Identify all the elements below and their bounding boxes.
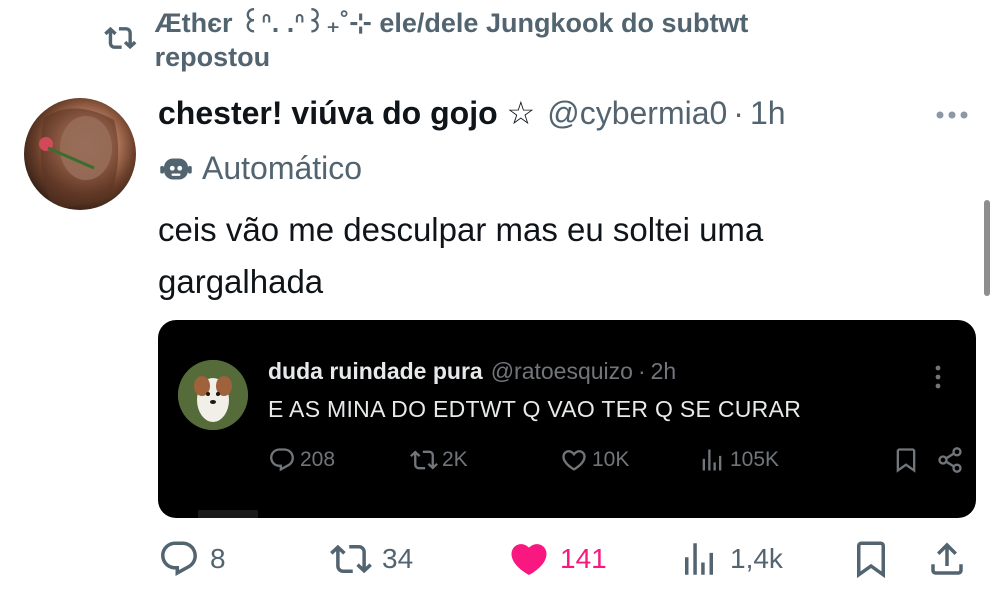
quoted-avatar-image	[178, 360, 248, 430]
tweet-text: ceis vão me desculpar mas eu soltei uma …	[158, 211, 764, 300]
next-item-peek	[198, 510, 258, 518]
repost-count: 34	[382, 543, 414, 574]
reply-button[interactable]: 8	[158, 538, 226, 580]
repost-label[interactable]: Æthєr ꒰ᐢ. .ᐢ꒱₊˚⊹ ele/dele Jungkook do su…	[155, 6, 804, 74]
quoted-display-name[interactable]: duda ruindade pura	[268, 358, 483, 385]
quoted-handle[interactable]: @ratoesquizo	[491, 358, 633, 385]
quoted-separator: ·	[637, 358, 646, 384]
repost-context[interactable]: Æthєr ꒰ᐢ. .ᐢ꒱₊˚⊹ ele/dele Jungkook do su…	[104, 6, 804, 74]
quoted-avatar[interactable]	[178, 360, 248, 430]
display-name[interactable]: chester! viúva do gojo ☆	[158, 94, 535, 132]
user-handle[interactable]: @cybermia0	[547, 95, 727, 132]
avatar-image	[39, 108, 119, 210]
views-icon	[685, 543, 713, 575]
reply-count: 8	[210, 543, 226, 574]
heart-filled-icon	[511, 544, 547, 576]
quoted-text: E AS MINA DO EDTWT Q VAO TER Q SE CURAR	[268, 396, 802, 422]
heart-icon	[562, 450, 586, 471]
quoted-reply-count: 208	[300, 448, 336, 471]
quoted-repost-button[interactable]: 2K	[410, 446, 468, 474]
views-button[interactable]: 1,4k	[678, 538, 783, 580]
share-icon[interactable]	[926, 538, 968, 580]
quoted-views-count: 105K	[730, 448, 780, 471]
quoted-like-count: 10K	[592, 448, 630, 471]
repost-icon	[330, 544, 372, 574]
reply-icon	[161, 541, 197, 576]
more-icon[interactable]	[930, 100, 974, 130]
tweet-header: chester! viúva do gojo ☆ @cybermia0 · 1h	[158, 94, 786, 132]
scrollbar[interactable]	[984, 200, 990, 296]
repost-button[interactable]: 34	[330, 538, 413, 580]
quoted-reply-button[interactable]: 208	[268, 446, 335, 474]
more-vertical-icon[interactable]	[928, 362, 948, 392]
views-count: 1,4k	[730, 543, 783, 574]
quoted-header: duda ruindade pura @ratoesquizo · 2h	[268, 358, 676, 385]
avatar[interactable]	[24, 98, 136, 210]
automated-badge[interactable]: Automático	[158, 150, 362, 187]
automated-label: Automático	[202, 150, 363, 186]
bookmark-icon[interactable]	[892, 446, 920, 474]
share-nodes-icon[interactable]	[936, 446, 964, 474]
repost-icon	[104, 26, 137, 50]
quoted-timestamp[interactable]: 2h	[651, 358, 677, 385]
views-icon	[702, 449, 722, 471]
timestamp[interactable]: 1h	[750, 95, 786, 132]
tweet-action-bar: 8 34 141 1,4k	[158, 538, 978, 588]
quoted-action-bar: 208 2K 10K 105K	[268, 446, 962, 476]
like-count: 141	[560, 543, 607, 574]
like-button[interactable]: 141	[508, 538, 607, 580]
repost-icon	[410, 450, 438, 470]
reply-icon	[270, 448, 294, 472]
bot-icon	[160, 158, 192, 179]
quoted-like-button[interactable]: 10K	[560, 446, 629, 474]
quoted-repost-count: 2K	[442, 448, 468, 471]
quoted-views-button[interactable]: 105K	[698, 446, 779, 474]
quoted-tweet-card[interactable]: duda ruindade pura @ratoesquizo · 2h E A…	[158, 320, 976, 518]
bookmark-icon[interactable]	[850, 538, 892, 580]
separator-dot: ·	[733, 95, 744, 131]
